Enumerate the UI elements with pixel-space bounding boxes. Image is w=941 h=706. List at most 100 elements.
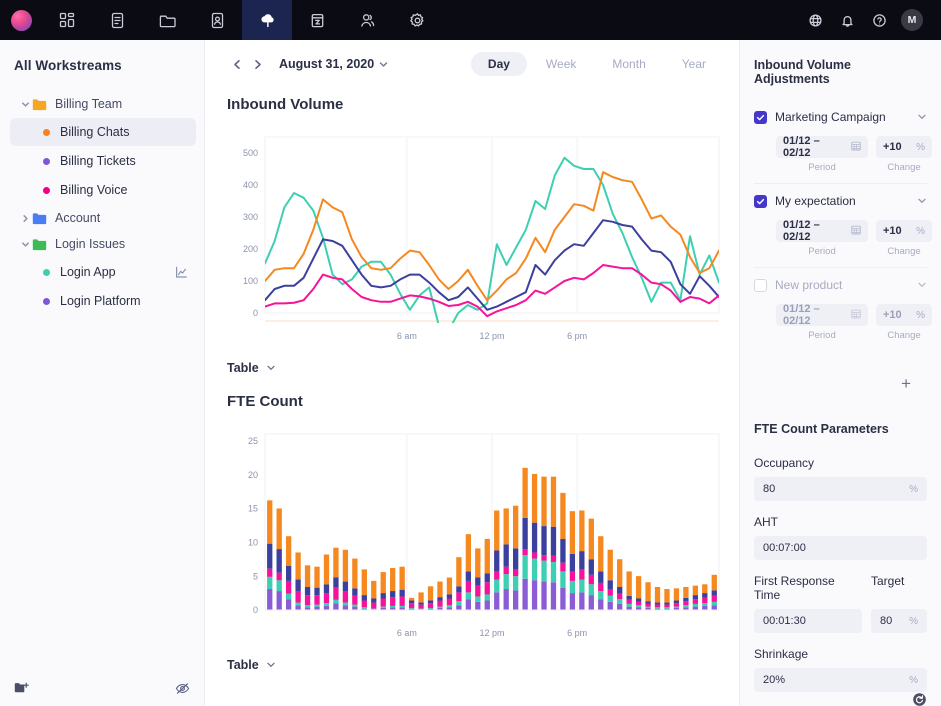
occupancy-group: Occupancy 80 % (754, 442, 927, 501)
target-unit: % (909, 616, 918, 627)
hide-eye-icon[interactable] (175, 682, 190, 695)
inbound-volume-adjustments-section: Inbound Volume Adjustments Marketing Cam… (740, 40, 941, 404)
shrinkage-input[interactable]: 20% % (754, 668, 927, 692)
params-title: FTE Count Parameters (754, 404, 927, 442)
add-adjustment-row: + (754, 351, 927, 404)
new-folder-icon[interactable] (14, 681, 29, 695)
sidebar-group-login-issues[interactable]: Login Issues (0, 231, 204, 257)
calendar-icon[interactable] (851, 222, 861, 240)
change-input[interactable]: +10 % (876, 220, 932, 242)
main-content: August 31, 2020 Day Week Month Year Inbo… (205, 40, 740, 706)
sidebar-item-label: Login App (60, 265, 116, 279)
fte-count-table-toggle[interactable]: Table (205, 646, 739, 672)
aht-value: 00:07:00 (763, 542, 806, 554)
adjustment-checkbox[interactable] (754, 111, 767, 124)
date-picker-button[interactable]: August 31, 2020 (279, 57, 388, 71)
aht-label: AHT (754, 515, 927, 529)
forecast-icon[interactable] (242, 0, 292, 40)
chevron-down-icon[interactable] (917, 112, 927, 122)
svg-text:400: 400 (243, 180, 258, 190)
svg-text:6 am: 6 am (397, 331, 417, 341)
target-input[interactable]: 80 % (871, 609, 927, 633)
occupancy-unit: % (909, 484, 918, 495)
sidebar-item-login-platform[interactable]: Login Platform (10, 287, 196, 315)
period-value: 01/12 – 02/12 (783, 135, 846, 159)
status-dot-billing-voice (43, 187, 50, 194)
inbound-volume-table-toggle[interactable]: Table (205, 349, 739, 375)
occupancy-input[interactable]: 80 % (754, 477, 927, 501)
range-tab-group: Day Week Month Year (471, 52, 723, 76)
prev-date-button[interactable] (227, 54, 247, 74)
tab-week[interactable]: Week (529, 52, 593, 76)
workstream-tree: Billing Team Billing Chats Billing Ticke… (0, 73, 204, 670)
chevron-down-icon[interactable] (917, 280, 927, 290)
sidebar-group-billing-team[interactable]: Billing Team (0, 91, 204, 117)
bell-icon[interactable] (833, 6, 861, 34)
date-label-text: August 31, 2020 (279, 57, 374, 71)
adjustment-checkbox[interactable] (754, 279, 767, 292)
help-icon[interactable] (865, 6, 893, 34)
right-panel-footer (740, 692, 941, 706)
chevron-down-icon[interactable] (18, 240, 32, 249)
adjustment-label: Marketing Campaign (775, 110, 886, 124)
globe-icon[interactable] (801, 6, 829, 34)
frt-input[interactable]: 00:01:30 (754, 609, 862, 633)
sidebar-item-login-app[interactable]: Login App (10, 258, 196, 286)
settings-icon[interactable] (392, 0, 442, 40)
folder-icon[interactable] (142, 0, 192, 40)
shrinkage-unit: % (909, 675, 918, 686)
shrinkage-value: 20% (763, 674, 785, 686)
tasks-icon[interactable] (92, 0, 142, 40)
svg-text:200: 200 (243, 244, 258, 254)
period-input[interactable]: 01/12 – 02/12 (776, 304, 868, 326)
frt-target-labels: First Response Time Target (754, 574, 927, 609)
change-input[interactable]: +10 % (876, 136, 932, 158)
svg-text:6 am: 6 am (397, 628, 417, 638)
inbound-volume-chart[interactable]: 01002003004005006 am12 pm6 pm (227, 129, 723, 349)
folder-icon-billing-team (32, 98, 49, 111)
aht-input[interactable]: 00:07:00 (754, 536, 927, 560)
people-icon[interactable] (342, 0, 392, 40)
svg-text:0: 0 (253, 605, 258, 615)
chart-icon[interactable] (175, 266, 188, 279)
fte-count-chart[interactable]: 05101520256 am12 pm6 pm (227, 426, 723, 646)
period-input[interactable]: 01/12 – 02/12 (776, 220, 868, 242)
change-input[interactable]: +10 % (876, 304, 932, 326)
period-input[interactable]: 01/12 – 02/12 (776, 136, 868, 158)
tab-year[interactable]: Year (665, 52, 723, 76)
charts-scroll-area[interactable]: Inbound Volume 01002003004005006 am12 pm… (205, 82, 739, 706)
avatar[interactable]: M (901, 9, 923, 31)
period-caption: Period (808, 162, 835, 173)
sidebar-item-billing-tickets[interactable]: Billing Tickets (10, 147, 196, 175)
sidebar-item-billing-voice[interactable]: Billing Voice (10, 176, 196, 204)
svg-text:20: 20 (248, 470, 258, 480)
top-navigation-bar: M (0, 0, 941, 40)
calendar-icon[interactable] (851, 138, 861, 156)
contacts-icon[interactable] (192, 0, 242, 40)
change-value: +10 (883, 225, 902, 237)
sidebar-item-billing-chats[interactable]: Billing Chats (10, 118, 196, 146)
chevron-right-icon[interactable] (18, 214, 32, 223)
occupancy-value: 80 (763, 483, 775, 495)
calendar-icon[interactable] (851, 306, 861, 324)
tab-day[interactable]: Day (471, 52, 527, 76)
svg-text:12 pm: 12 pm (479, 628, 504, 638)
adjustment-checkbox[interactable] (754, 195, 767, 208)
tab-month[interactable]: Month (595, 52, 662, 76)
calendar-icon[interactable] (292, 0, 342, 40)
aht-group: AHT 00:07:00 (754, 501, 927, 560)
frt-value: 00:01:30 (763, 615, 806, 627)
add-adjustment-button[interactable]: + (901, 375, 911, 392)
svg-text:10: 10 (248, 538, 258, 548)
sidebar-group-label: Login Issues (55, 237, 125, 251)
sidebar-group-account[interactable]: Account (0, 205, 204, 231)
occupancy-label: Occupancy (754, 456, 927, 470)
next-date-button[interactable] (247, 54, 267, 74)
chevron-down-icon[interactable] (917, 196, 927, 206)
dashboard-icon[interactable] (42, 0, 92, 40)
chevron-down-icon[interactable] (18, 100, 32, 109)
shrinkage-group: Shrinkage 20% % (754, 633, 927, 692)
frt-target-group: First Response Time Target 00:01:30 80 % (754, 560, 927, 633)
app-logo[interactable] (0, 0, 42, 40)
reset-icon[interactable] (912, 692, 927, 706)
